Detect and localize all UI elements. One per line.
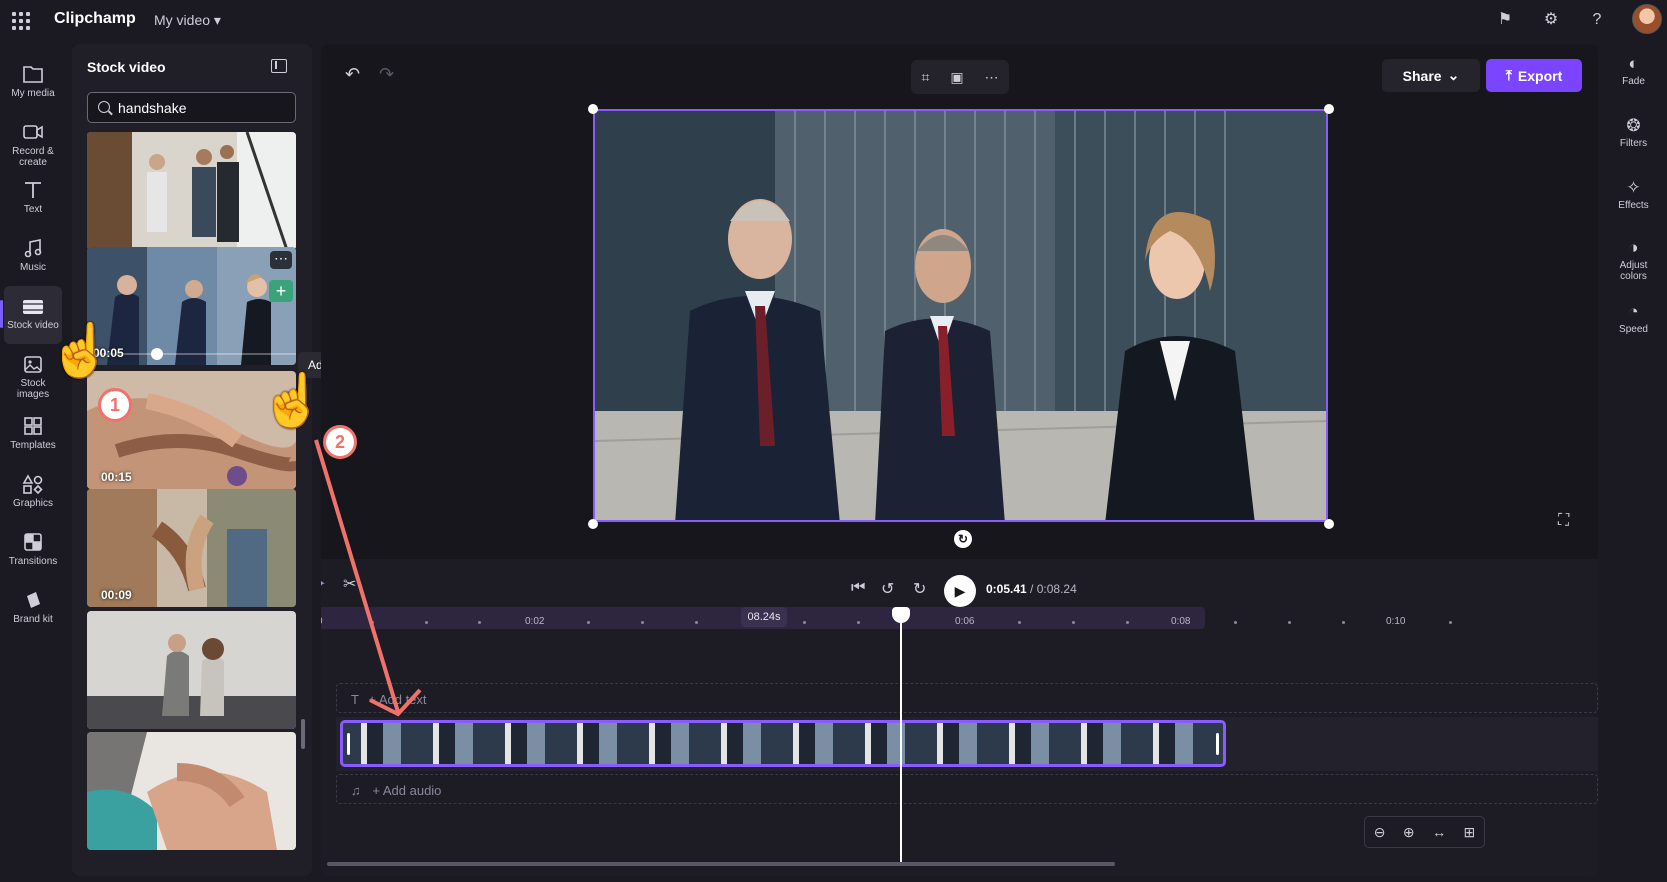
hand-cursor-icon: ☝ <box>48 322 113 380</box>
tutorial-arrow <box>314 439 422 717</box>
hand-cursor-icon: ☝ <box>260 372 325 430</box>
step-badge: 2 <box>323 425 357 459</box>
step-badge: 1 <box>98 388 132 422</box>
